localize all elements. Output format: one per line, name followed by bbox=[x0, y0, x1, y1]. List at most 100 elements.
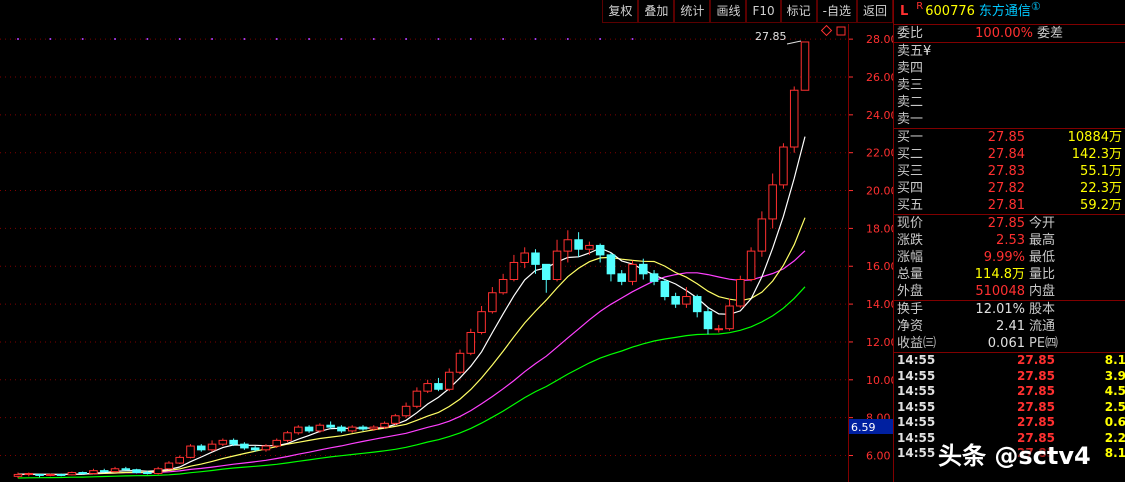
candle-body[interactable] bbox=[800, 41, 810, 91]
candle-body[interactable] bbox=[757, 218, 767, 252]
candle-body[interactable] bbox=[294, 426, 303, 434]
candle-body[interactable] bbox=[315, 424, 325, 432]
candle-body[interactable] bbox=[682, 296, 691, 305]
candle-body[interactable] bbox=[89, 470, 98, 474]
candle-body[interactable] bbox=[24, 472, 34, 475]
candle-body[interactable] bbox=[692, 296, 702, 313]
candle-body[interactable] bbox=[283, 432, 292, 441]
candle-body[interactable] bbox=[326, 424, 335, 428]
candle-body[interactable] bbox=[261, 445, 271, 451]
candle-body[interactable] bbox=[423, 383, 432, 392]
sell-level-3[interactable]: 卖三 bbox=[894, 77, 1125, 94]
candle-body[interactable] bbox=[509, 261, 519, 280]
candle-body[interactable] bbox=[240, 443, 249, 449]
candle-body[interactable] bbox=[175, 456, 184, 464]
candle-body[interactable] bbox=[455, 352, 465, 373]
candle-body[interactable] bbox=[132, 469, 141, 474]
candle-body[interactable] bbox=[78, 472, 87, 475]
candle-body[interactable] bbox=[153, 468, 163, 474]
candle-body[interactable] bbox=[99, 470, 109, 473]
kline-chart[interactable]: 28.0026.0024.0022.0020.0018.0016.0014.00… bbox=[0, 0, 893, 482]
candle-body[interactable] bbox=[121, 468, 131, 471]
candle-body[interactable] bbox=[768, 184, 777, 220]
candle-body[interactable] bbox=[714, 328, 724, 331]
candle-body[interactable] bbox=[272, 439, 282, 447]
candle-body[interactable] bbox=[736, 278, 745, 307]
candle-body[interactable] bbox=[531, 252, 540, 265]
candle-body[interactable] bbox=[725, 305, 734, 330]
candle-body[interactable] bbox=[628, 263, 637, 282]
buy-level-1[interactable]: 买一 27.85 10884万 bbox=[894, 129, 1125, 146]
buy-level-5[interactable]: 买五 27.81 59.2万 bbox=[894, 197, 1125, 214]
candle-body[interactable] bbox=[595, 244, 605, 256]
candle-body[interactable] bbox=[498, 278, 508, 294]
candle-body[interactable] bbox=[703, 311, 713, 330]
candle-body[interactable] bbox=[143, 472, 152, 475]
candle-body[interactable] bbox=[412, 390, 422, 407]
toolbar-button-5[interactable]: 标记 bbox=[780, 0, 817, 23]
sell-level-5[interactable]: 卖五 ¥ bbox=[894, 43, 1125, 60]
signal-dot bbox=[49, 38, 52, 40]
buy-level-3[interactable]: 买三 27.83 55.1万 bbox=[894, 163, 1125, 180]
candle-body[interactable] bbox=[746, 250, 756, 280]
candle-body[interactable] bbox=[617, 273, 626, 282]
candle-body[interactable] bbox=[789, 89, 799, 148]
candle-body[interactable] bbox=[563, 239, 573, 252]
toolbar-button-4[interactable]: F10 bbox=[746, 0, 781, 23]
buy-level-4[interactable]: 买四 27.82 22.3万 bbox=[894, 180, 1125, 197]
candle-body[interactable] bbox=[391, 415, 400, 424]
toolbar-button-2[interactable]: 统计 bbox=[674, 0, 711, 23]
candle-body[interactable] bbox=[369, 426, 379, 430]
candle-body[interactable] bbox=[606, 254, 616, 275]
candle-body[interactable] bbox=[67, 472, 77, 476]
candle-body[interactable] bbox=[56, 473, 66, 476]
candle-body[interactable] bbox=[304, 426, 314, 432]
candle-body[interactable] bbox=[197, 445, 206, 451]
stock-code[interactable]: 600776 bbox=[925, 0, 975, 24]
candle-body[interactable] bbox=[477, 311, 486, 333]
candle-body[interactable] bbox=[401, 405, 411, 417]
candle-body[interactable] bbox=[250, 447, 260, 451]
candle-body[interactable] bbox=[186, 445, 195, 458]
candle-body[interactable] bbox=[660, 280, 670, 298]
candle-body[interactable] bbox=[164, 462, 174, 470]
candle-body[interactable] bbox=[207, 443, 217, 451]
stock-name[interactable]: 东方通信 bbox=[979, 0, 1031, 24]
candle-body[interactable] bbox=[444, 371, 454, 390]
info-circle-icon[interactable]: ① bbox=[1031, 0, 1041, 19]
diamond-icon[interactable] bbox=[820, 24, 833, 37]
candle-body[interactable] bbox=[779, 146, 788, 186]
candle-body[interactable] bbox=[541, 263, 551, 280]
candle-body[interactable] bbox=[110, 468, 120, 473]
candle-body[interactable] bbox=[358, 426, 368, 430]
candle-body[interactable] bbox=[671, 296, 680, 305]
candle-body[interactable] bbox=[488, 292, 497, 313]
tick-volume: 8.1 bbox=[1104, 446, 1125, 460]
candle-body[interactable] bbox=[218, 439, 228, 445]
candle-body[interactable] bbox=[552, 250, 562, 280]
candle-body[interactable] bbox=[585, 244, 594, 250]
toolbar-button-6[interactable]: -自选 bbox=[816, 0, 857, 23]
candle-body[interactable] bbox=[229, 439, 238, 445]
candle-body[interactable] bbox=[434, 383, 443, 390]
candle-body[interactable] bbox=[35, 473, 44, 476]
candle-body[interactable] bbox=[520, 252, 529, 263]
sell-level-4[interactable]: 卖四 bbox=[894, 60, 1125, 77]
buy-level-2[interactable]: 买二 27.84 142.3万 bbox=[894, 146, 1125, 163]
candle-body[interactable] bbox=[649, 273, 659, 282]
candle-body[interactable] bbox=[380, 422, 389, 428]
candle-body[interactable] bbox=[13, 473, 23, 477]
toolbar-button-1[interactable]: 叠加 bbox=[638, 0, 675, 23]
square-icon[interactable] bbox=[836, 26, 846, 36]
candle-body[interactable] bbox=[46, 473, 55, 476]
candle-body[interactable] bbox=[574, 239, 583, 250]
candle-body[interactable] bbox=[337, 426, 346, 432]
sell-level-1[interactable]: 卖一 bbox=[894, 111, 1125, 128]
toolbar-button-3[interactable]: 画线 bbox=[710, 0, 747, 23]
toolbar-button-0[interactable]: 复权 bbox=[602, 0, 639, 23]
sell-level-2[interactable]: 卖二 bbox=[894, 94, 1125, 111]
toolbar-button-7[interactable]: 返回 bbox=[856, 0, 893, 23]
candle-body[interactable] bbox=[639, 263, 648, 275]
candle-body[interactable] bbox=[466, 331, 476, 354]
candle-body[interactable] bbox=[347, 426, 357, 432]
